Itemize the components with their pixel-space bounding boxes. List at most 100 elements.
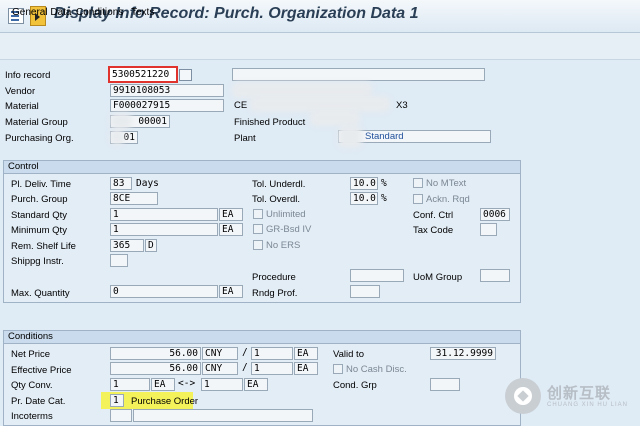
rem-shelf-life-unit: D — [145, 239, 157, 252]
rndg-prof-label: Rndg Prof. — [252, 288, 298, 299]
application-toolbar — [0, 33, 640, 60]
max-quantity-unit: EA — [219, 285, 243, 298]
purch-org-label: Purchasing Org. — [5, 133, 74, 144]
purch-group-label: Purch. Group — [11, 194, 68, 205]
pr-date-cat-label: Pr. Date Cat. — [11, 396, 66, 407]
plant-code-blurred — [338, 126, 362, 148]
info-record-field[interactable]: 5300521220 — [108, 66, 178, 83]
rem-shelf-life-field[interactable]: 365 — [110, 239, 144, 252]
material-group-label: Material Group — [5, 117, 68, 128]
pr-date-cat-description: Purchase Order — [131, 396, 199, 407]
tol-overdl-unit: % — [381, 193, 387, 204]
texts-button[interactable]: Texts — [131, 7, 154, 18]
qty-conv-right-unit: EA — [244, 378, 268, 391]
effective-price-unit: EA — [294, 362, 318, 375]
tol-overdl-label: Tol. Overdl. — [252, 194, 301, 205]
tax-code-label: Tax Code — [413, 225, 454, 236]
incoterms-label: Incoterms — [11, 411, 53, 422]
info-record-detail-icon[interactable] — [179, 69, 192, 81]
procedure-field[interactable] — [350, 269, 404, 282]
valid-to-field[interactable]: 31.12.9999 — [430, 347, 496, 360]
minimum-qty-field[interactable]: 1 — [110, 223, 218, 236]
unlimited-checkbox[interactable] — [253, 209, 263, 219]
material-description-start: CE — [234, 100, 248, 111]
no-cash-disc-label: No Cash Disc. — [346, 364, 407, 375]
watermark-logo-icon — [505, 378, 541, 414]
material-group-blurred — [110, 113, 132, 129]
uom-group-field[interactable] — [480, 269, 510, 282]
tol-underdl-field[interactable]: 10.0 — [350, 177, 378, 190]
gr-bsd-iv-checkbox[interactable] — [253, 224, 263, 234]
effective-price-per-field[interactable]: 1 — [251, 362, 293, 375]
no-ers-checkbox[interactable] — [253, 240, 263, 250]
net-price-label: Net Price — [11, 349, 51, 360]
net-price-currency: CNY — [202, 347, 238, 360]
effective-price-currency: CNY — [202, 362, 238, 375]
general-data-button[interactable]: General Data — [12, 7, 71, 18]
info-record-label: Info record — [5, 70, 51, 81]
conf-ctrl-label: Conf. Ctrl — [413, 210, 454, 221]
tol-underdl-label: Tol. Underdl. — [252, 179, 306, 190]
control-heading: Control — [4, 161, 520, 174]
gr-bsd-iv-label: GR-Bsd IV — [266, 224, 312, 235]
qty-conv-left-unit: EA — [151, 378, 175, 391]
qty-conv-arrow: <-> — [178, 378, 196, 389]
shippg-instr-field[interactable] — [110, 254, 128, 267]
no-cash-disc-checkbox[interactable] — [333, 364, 343, 374]
info-record-text-field — [232, 68, 485, 81]
pr-date-cat-field[interactable]: 1 — [110, 394, 124, 407]
watermark-subtext: CHUANG XIN HU LIAN — [547, 402, 629, 408]
effective-price-field[interactable]: 56.00 — [110, 362, 201, 375]
qty-conv-right-field[interactable]: 1 — [201, 378, 243, 391]
conf-ctrl-field[interactable]: 0006 — [480, 208, 510, 221]
material-description-end: X3 — [396, 100, 408, 111]
standard-qty-label: Standard Qty — [11, 210, 67, 221]
no-mtext-label: No MText — [426, 178, 467, 189]
procedure-label: Procedure — [252, 272, 296, 283]
tax-code-field[interactable] — [480, 223, 497, 236]
purch-group-field[interactable]: 8CE — [110, 192, 158, 205]
minimum-qty-label: Minimum Qty — [11, 225, 67, 236]
plant-label: Plant — [234, 133, 256, 144]
rem-shelf-life-label: Rem. Shelf Life — [11, 241, 76, 252]
cond-grp-field[interactable] — [430, 378, 460, 391]
pl-deliv-time-label: Pl. Deliv. Time — [11, 179, 72, 190]
ackn-rqd-checkbox[interactable] — [413, 194, 423, 204]
tol-underdl-unit: % — [381, 178, 387, 189]
minimum-qty-unit: EA — [219, 223, 243, 236]
effective-price-label: Effective Price — [11, 365, 72, 376]
pl-deliv-time-field[interactable]: 83 — [110, 177, 132, 190]
material-label: Material — [5, 101, 39, 112]
no-ers-label: No ERS — [266, 240, 301, 251]
watermark-text: 创新互联 — [547, 385, 612, 402]
incoterms-field[interactable] — [110, 409, 132, 422]
net-price-per-field[interactable]: 1 — [251, 347, 293, 360]
valid-to-label: Valid to — [333, 349, 364, 360]
watermark: 创新互联 CHUANG XIN HU LIAN — [505, 378, 635, 418]
net-price-unit: EA — [294, 347, 318, 360]
rndg-prof-field[interactable] — [350, 285, 380, 298]
ackn-rqd-label: Ackn. Rqd — [426, 194, 470, 205]
standard-qty-unit: EA — [219, 208, 243, 221]
uom-group-label: UoM Group — [413, 272, 463, 283]
net-price-field[interactable]: 56.00 — [110, 347, 201, 360]
material-group-description: Finished Product — [234, 117, 306, 128]
tol-overdl-field[interactable]: 10.0 — [350, 192, 378, 205]
conditions-button[interactable]: Conditions — [76, 7, 123, 18]
material-field[interactable]: F000027915 — [110, 99, 224, 112]
purch-org-blurred — [110, 129, 124, 145]
no-mtext-checkbox[interactable] — [413, 178, 423, 188]
incoterms-text-field[interactable] — [133, 409, 313, 422]
vendor-field[interactable]: 9910108053 — [110, 84, 224, 97]
vendor-label: Vendor — [5, 86, 36, 97]
qty-conv-label: Qty Conv. — [11, 380, 53, 391]
max-quantity-label: Max. Quantity — [11, 288, 70, 299]
net-price-slash: / — [242, 347, 248, 358]
max-quantity-field[interactable]: 0 — [110, 285, 218, 298]
cond-grp-label: Cond. Grp — [333, 380, 377, 391]
standard-qty-field[interactable]: 1 — [110, 208, 218, 221]
qty-conv-left-field[interactable]: 1 — [110, 378, 150, 391]
material-group-desc-blurred — [310, 110, 360, 126]
unlimited-label: Unlimited — [266, 209, 306, 220]
conditions-heading: Conditions — [4, 331, 520, 344]
